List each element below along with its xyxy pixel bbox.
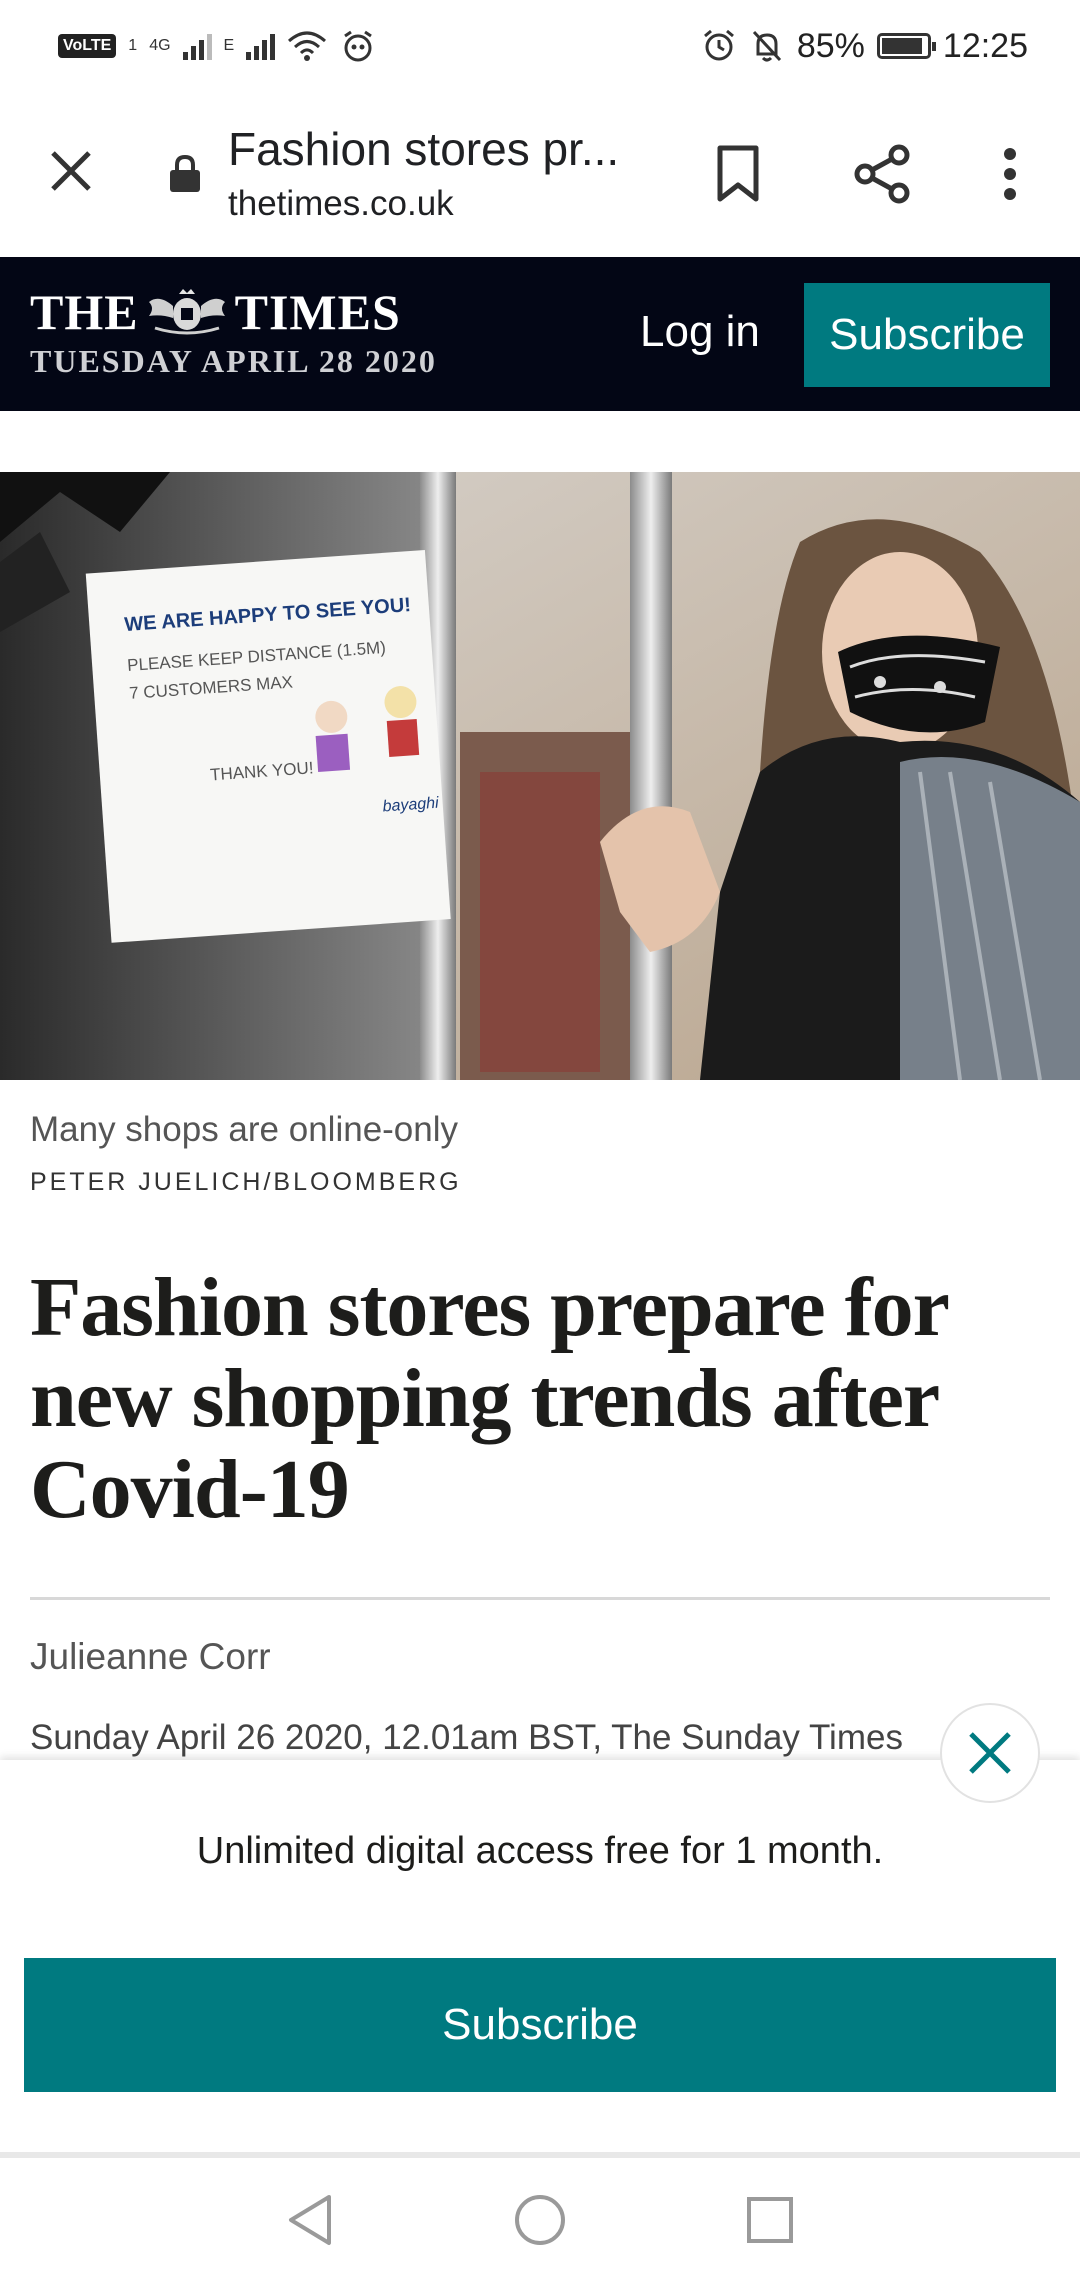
masthead-times: TIMES — [234, 284, 401, 340]
image-credit: PETER JUELICH/BLOOMBERG — [30, 1168, 462, 1196]
subscribe-button-header[interactable]: Subscribe — [804, 283, 1050, 387]
status-left: VoLTE 1 4G E — [58, 26, 377, 66]
volte-badge: VoLTE — [58, 34, 117, 58]
page-title[interactable]: Fashion stores pr... — [228, 122, 619, 176]
more-vert-icon[interactable] — [990, 142, 1030, 206]
back-icon[interactable] — [280, 2190, 340, 2250]
login-link[interactable]: Log in — [640, 307, 760, 357]
notifications-off-icon — [752, 30, 781, 62]
signal-icon — [182, 32, 212, 60]
url-text[interactable]: thetimes.co.uk — [228, 184, 454, 224]
clock-time: 12:25 — [942, 26, 1028, 65]
system-nav-bar — [0, 2152, 1080, 2280]
publish-date: Sunday April 26 2020, 12.01am BST, The S… — [30, 1718, 903, 1757]
close-icon[interactable] — [940, 1703, 1040, 1803]
alarm-icon — [703, 29, 734, 61]
times-logo[interactable]: THE TIMES — [30, 283, 401, 341]
battery-icon — [876, 33, 936, 59]
bookmark-icon[interactable] — [712, 142, 764, 206]
image-caption: Many shops are online-only — [30, 1110, 459, 1149]
hero-image: WE ARE HAPPY TO SEE YOU! PLEASE KEEP DIS… — [0, 472, 1080, 1080]
recents-icon[interactable] — [740, 2190, 800, 2250]
status-bar: VoLTE 1 4G E 85% 12:25 — [0, 0, 1080, 92]
subscribe-button-banner[interactable]: Subscribe — [24, 1958, 1056, 2092]
browser-toolbar: Fashion stores pr... thetimes.co.uk — [0, 92, 1080, 257]
share-icon[interactable] — [850, 142, 914, 206]
header-date: TUESDAY APRIL 28 2020 — [30, 343, 437, 379]
site-header: THE TIMES TUESDAY APRIL 28 2020 Log in S… — [0, 257, 1080, 411]
subscribe-banner — [0, 1760, 1080, 2152]
battery-percent: 85% — [796, 26, 865, 65]
network-e-label: E — [223, 37, 235, 54]
lock-icon — [168, 154, 202, 194]
close-icon[interactable] — [40, 140, 102, 202]
home-icon[interactable] — [510, 2190, 570, 2250]
sim-number: 1 — [128, 37, 138, 54]
network-4g-label: 4G — [149, 37, 171, 54]
masthead-the: THE — [30, 284, 139, 340]
crest-icon — [148, 289, 225, 335]
alarm-clock-icon — [344, 30, 373, 62]
offer-text: Unlimited digital access free for 1 mont… — [196, 1830, 884, 1872]
status-right: 85% 12:25 — [701, 22, 1028, 70]
article-headline: Fashion stores prepare for new shopping … — [30, 1261, 948, 1536]
divider — [30, 1597, 1050, 1600]
signal-icon-2 — [246, 32, 276, 60]
hero-photo: WE ARE HAPPY TO SEE YOU! PLEASE KEEP DIS… — [0, 472, 1080, 1080]
wifi-icon — [288, 31, 327, 61]
author-byline[interactable]: Julieanne Corr — [30, 1636, 271, 1678]
